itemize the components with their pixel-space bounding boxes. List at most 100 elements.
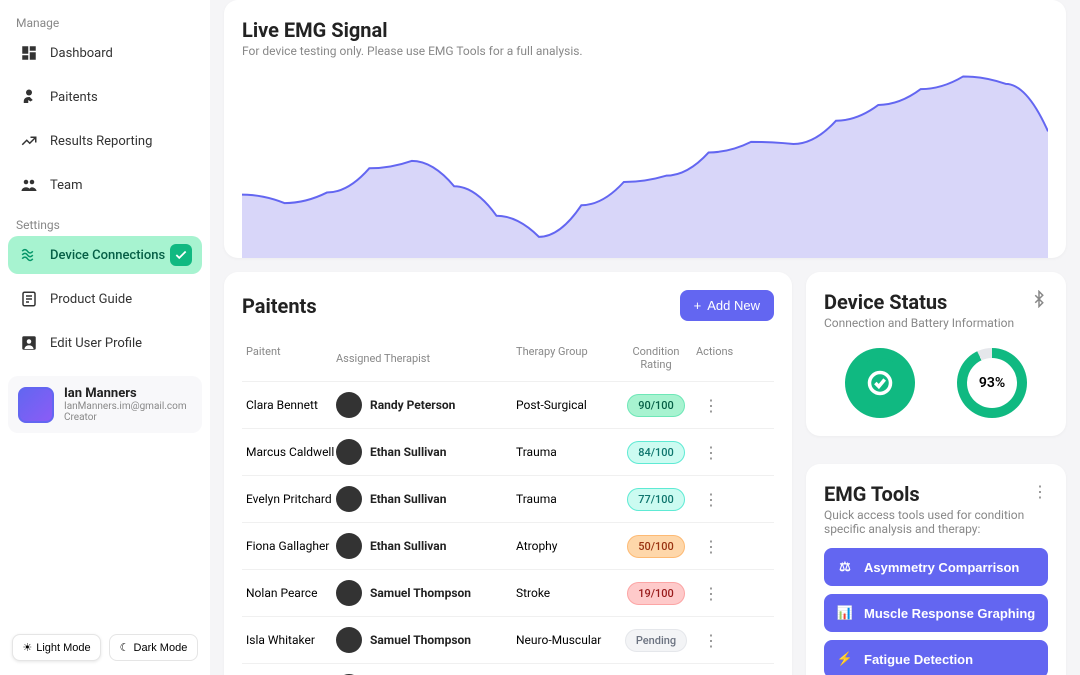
device-connections-icon bbox=[20, 246, 38, 264]
connection-ring bbox=[845, 348, 915, 418]
table-row[interactable]: Leon Graves Samuel Thompson Post-Surgica… bbox=[242, 663, 774, 675]
condition-rating: 50/100 bbox=[616, 535, 696, 558]
condition-rating: 19/100 bbox=[616, 582, 696, 605]
tool-icon: ⚖ bbox=[836, 558, 854, 576]
patients-card: Paitents + Add New Paitent Assigned Ther… bbox=[224, 272, 792, 675]
therapist-name: Ethan Sullivan bbox=[370, 492, 446, 506]
table-row[interactable]: Clara Bennett Randy Peterson Post-Surgic… bbox=[242, 381, 774, 428]
sidebar-item-label: Paitents bbox=[50, 90, 98, 105]
therapist-name: Ethan Sullivan bbox=[370, 445, 446, 459]
patient-name: Clara Bennett bbox=[246, 398, 336, 412]
therapist-name: Samuel Thompson bbox=[370, 586, 471, 600]
sidebar-item-dashboard[interactable]: Dashboard bbox=[8, 34, 202, 72]
therapist-avatar bbox=[336, 533, 362, 559]
moon-icon: ☾ bbox=[120, 641, 130, 654]
check-icon bbox=[170, 244, 192, 266]
dark-mode-button[interactable]: ☾ Dark Mode bbox=[109, 634, 198, 661]
sidebar-item-label: Dashboard bbox=[50, 46, 113, 61]
table-row[interactable]: Marcus Caldwell Ethan Sullivan Trauma 84… bbox=[242, 428, 774, 475]
battery-pct: 93% bbox=[967, 358, 1017, 408]
row-actions-icon[interactable]: ⋮ bbox=[696, 396, 726, 415]
sidebar-item-label: Team bbox=[50, 178, 83, 193]
profile-role: Creator bbox=[64, 412, 187, 423]
sun-icon: ☀ bbox=[22, 641, 32, 654]
dashboard-icon bbox=[20, 44, 38, 62]
section-settings-label: Settings bbox=[8, 214, 202, 236]
add-new-button[interactable]: + Add New bbox=[680, 290, 774, 321]
emg-title: Live EMG Signal bbox=[242, 18, 1048, 42]
tools-subtitle: Quick access tools used for condition sp… bbox=[824, 508, 1032, 536]
sidebar-item-label: Edit User Profile bbox=[50, 336, 142, 351]
tools-list: ⚖Asymmetry Comparrison 📊 Muscle Response G… bbox=[824, 548, 1048, 675]
avatar bbox=[18, 387, 54, 423]
patient-name: Nolan Pearce bbox=[246, 586, 336, 600]
col-header-patient: Paitent bbox=[246, 345, 336, 371]
row-actions-icon[interactable]: ⋮ bbox=[696, 537, 726, 556]
table-row[interactable]: Nolan Pearce Samuel Thompson Stroke 19/1… bbox=[242, 569, 774, 616]
row-actions-icon[interactable]: ⋮ bbox=[696, 584, 726, 603]
emg-signal-card: Live EMG Signal For device testing only.… bbox=[224, 0, 1066, 258]
therapy-group: Neuro-Muscular bbox=[516, 633, 616, 647]
therapist-avatar bbox=[336, 486, 362, 512]
sidebar-item-product-guide[interactable]: Product Guide bbox=[8, 280, 202, 318]
tool-button[interactable]: 📊 Muscle Response Graphing bbox=[824, 594, 1048, 632]
patients-table-body: Clara Bennett Randy Peterson Post-Surgic… bbox=[242, 381, 774, 675]
therapist-avatar bbox=[336, 627, 362, 653]
tool-label: Muscle Response Graphing bbox=[864, 606, 1035, 621]
therapy-group: Post-Surgical bbox=[516, 398, 616, 412]
tool-icon: 📊 bbox=[836, 604, 854, 622]
profile-email: IanManners.im@gmail.com bbox=[64, 401, 187, 412]
patient-name: Fiona Gallagher bbox=[246, 539, 336, 553]
sidebar-item-edit-profile[interactable]: Edit User Profile bbox=[8, 324, 202, 362]
device-status-card: Device Status Connection and Battery Inf… bbox=[806, 272, 1066, 436]
tools-more-icon[interactable]: ⋮ bbox=[1032, 482, 1048, 501]
sidebar-item-label: Device Connections bbox=[50, 248, 165, 263]
sidebar-item-patients[interactable]: Paitents bbox=[8, 78, 202, 116]
sidebar-item-device-connections[interactable]: Device Connections bbox=[8, 236, 202, 274]
therapist-name: Samuel Thompson bbox=[370, 633, 471, 647]
therapist-cell: Ethan Sullivan bbox=[336, 486, 516, 512]
patients-title: Paitents bbox=[242, 294, 317, 318]
row-actions-icon[interactable]: ⋮ bbox=[696, 443, 726, 462]
team-icon bbox=[20, 176, 38, 194]
emg-subtitle: For device testing only. Please use EMG … bbox=[242, 44, 1048, 58]
condition-rating: 84/100 bbox=[616, 441, 696, 464]
therapy-group: Trauma bbox=[516, 445, 616, 459]
row-actions-icon[interactable]: ⋮ bbox=[696, 490, 726, 509]
table-row[interactable]: Isla Whitaker Samuel Thompson Neuro-Musc… bbox=[242, 616, 774, 663]
status-subtitle: Connection and Battery Information bbox=[824, 316, 1014, 330]
light-mode-button[interactable]: ☀ Light Mode bbox=[12, 634, 101, 661]
tool-button[interactable]: ⚡Fatigue Detection bbox=[824, 640, 1048, 675]
guide-icon bbox=[20, 290, 38, 308]
sidebar-item-results[interactable]: Results Reporting bbox=[8, 122, 202, 160]
therapist-avatar bbox=[336, 580, 362, 606]
emg-tools-card: EMG Tools Quick access tools used for co… bbox=[806, 464, 1066, 675]
row-actions-icon[interactable]: ⋮ bbox=[696, 631, 726, 650]
patient-name: Marcus Caldwell bbox=[246, 445, 336, 459]
condition-rating: 77/100 bbox=[616, 488, 696, 511]
results-icon bbox=[20, 132, 38, 150]
table-row[interactable]: Fiona Gallagher Ethan Sullivan Atrophy 5… bbox=[242, 522, 774, 569]
therapist-avatar bbox=[336, 392, 362, 418]
therapist-cell: Ethan Sullivan bbox=[336, 533, 516, 559]
sidebar-item-team[interactable]: Team bbox=[8, 166, 202, 204]
bluetooth-icon bbox=[1030, 290, 1048, 312]
therapist-name: Ethan Sullivan bbox=[370, 539, 446, 553]
sidebar-item-label: Product Guide bbox=[50, 292, 132, 307]
profile-card[interactable]: Ian Manners IanManners.im@gmail.com Crea… bbox=[8, 376, 202, 433]
emg-chart bbox=[242, 68, 1048, 258]
col-header-actions: Actions bbox=[696, 345, 726, 371]
theme-label: Light Mode bbox=[36, 642, 90, 654]
tool-button[interactable]: ⚖Asymmetry Comparrison bbox=[824, 548, 1048, 586]
tool-label: Fatigue Detection bbox=[864, 652, 973, 667]
table-row[interactable]: Evelyn Pritchard Ethan Sullivan Trauma 7… bbox=[242, 475, 774, 522]
therapist-avatar bbox=[336, 439, 362, 465]
patient-name: Evelyn Pritchard bbox=[246, 492, 336, 506]
section-manage-label: Manage bbox=[8, 12, 202, 34]
col-header-group: Therapy Group bbox=[516, 345, 616, 371]
therapy-group: Stroke bbox=[516, 586, 616, 600]
therapist-cell: Randy Peterson bbox=[336, 392, 516, 418]
profile-info: Ian Manners IanManners.im@gmail.com Crea… bbox=[64, 386, 187, 423]
col-header-therapist: Assigned Therapist bbox=[336, 345, 516, 371]
col-header-rating: Condition Rating bbox=[616, 345, 696, 371]
